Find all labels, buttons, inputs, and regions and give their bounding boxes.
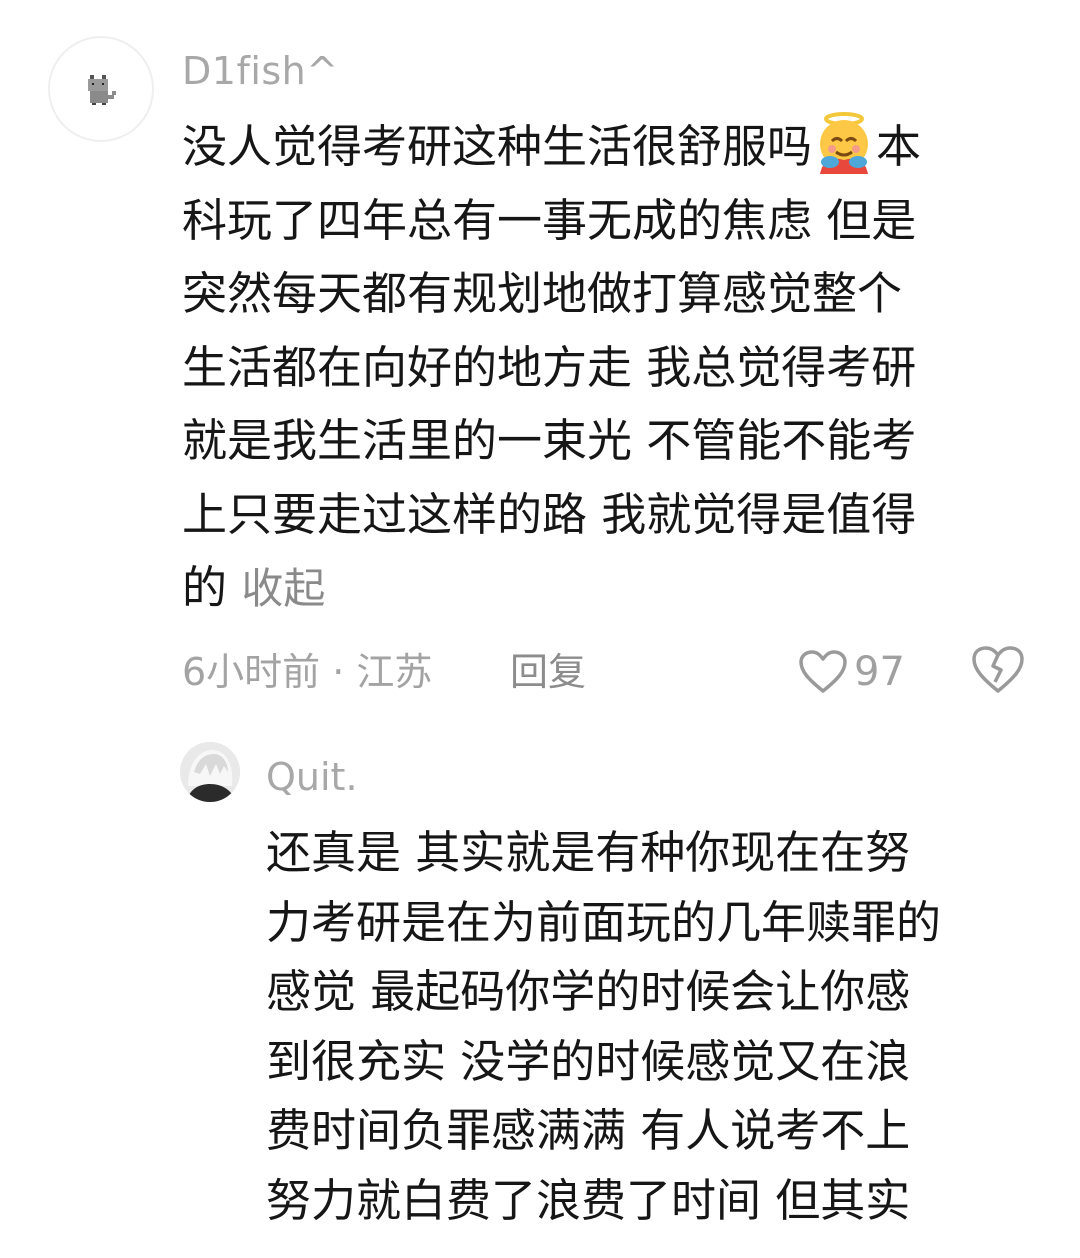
reply-line-6: 努力就白费了浪费了时间 但其实 <box>266 1173 911 1227</box>
reply-line-4: 到很充实 没学的时候感觉又在浪 <box>266 1034 911 1088</box>
reply-line-2: 力考研是在为前面玩的几年赎罪的 <box>266 895 942 949</box>
reply-username[interactable]: Quit. <box>266 750 358 804</box>
broken-heart-icon <box>972 646 1024 693</box>
pixel-cat-icon <box>88 75 116 105</box>
reply-line-1: 还真是 其实就是有种你现在在努 <box>266 826 911 879</box>
comment-line-7-text: 的 <box>182 561 228 614</box>
comment-line-3: 突然每天都有规划地做打算感觉整个 <box>182 267 903 320</box>
smiling-face-with-halo-hugging-emoji <box>820 112 869 174</box>
comment-line-5: 就是我生活里的一束光 不管能不能考 <box>182 414 917 467</box>
comment-line-7: 的 收起 <box>182 551 1042 625</box>
comment-line-1-tail: 本 <box>876 120 922 173</box>
comment-username[interactable]: D1fish^ <box>182 44 339 98</box>
reply-text: 还真是 其实就是有种你现在在努 力考研是在为前面玩的几年赎罪的 感觉 最起码你学… <box>266 818 1056 1235</box>
reply-line-3: 感觉 最起码你学的时候会让你感 <box>266 965 911 1018</box>
dislike-button[interactable] <box>970 644 1026 700</box>
reply-button[interactable]: 回复 <box>510 642 586 702</box>
comment-line-4: 生活都在向好的地方走 我总觉得考研 <box>182 340 917 394</box>
collapse-link[interactable]: 收起 <box>241 564 325 613</box>
comment-line-1: 没人觉得考研这种生活很舒服吗 本 <box>182 110 1042 184</box>
comment-text: 没人觉得考研这种生活很舒服吗 本 科玩了四年总有一事无成的焦虑 但是 突然每天都… <box>182 110 1042 625</box>
like-button[interactable]: 97 <box>798 640 905 704</box>
reply-user-avatar[interactable] <box>180 742 240 802</box>
heart-outline-icon <box>799 650 847 693</box>
user-avatar[interactable] <box>48 36 154 142</box>
comment-line-2: 科玩了四年总有一事无成的焦虑 但是 <box>182 193 917 247</box>
comment-time-location: 6小时前 · 江苏 <box>182 650 433 694</box>
reply-line-5: 费时间负罪感满满 有人说考不上 <box>266 1104 911 1157</box>
anime-avatar-icon <box>180 742 240 802</box>
comment-line-6: 上只要走过这样的路 我就觉得是值得 <box>182 487 917 541</box>
comment-line-1-text: 没人觉得考研这种生活很舒服吗 <box>182 120 813 173</box>
like-count: 97 <box>854 649 905 695</box>
